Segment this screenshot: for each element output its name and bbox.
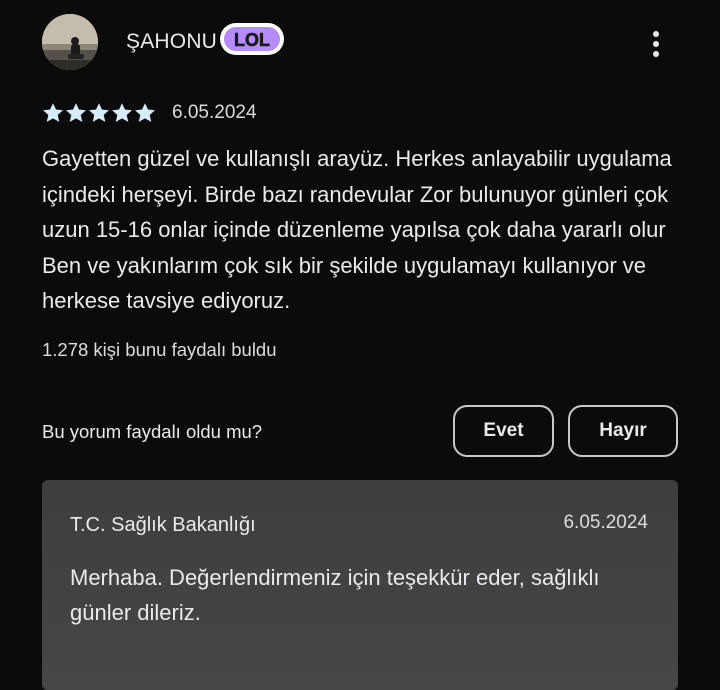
review-card: ŞAHONU LOL 6.05.2024 Gayetten güzel ve k… <box>0 0 720 690</box>
star-icon <box>66 103 86 122</box>
vote-no-button[interactable]: Hayır <box>568 405 678 457</box>
vote-yes-button[interactable]: Evet <box>453 405 554 457</box>
more-vert-dot <box>653 51 659 57</box>
lol-sticker: LOL <box>218 20 288 60</box>
reply-date: 6.05.2024 <box>563 512 648 533</box>
rating-row: 6.05.2024 <box>42 100 257 126</box>
review-date: 6.05.2024 <box>172 102 257 123</box>
reply-author: T.C. Sağlık Bakanlığı <box>70 514 256 536</box>
star-rating <box>42 102 156 124</box>
helpful-count: 1.278 kişi bunu faydalı buldu <box>42 339 277 360</box>
star-icon <box>112 103 132 122</box>
more-options-button[interactable] <box>640 24 672 64</box>
avatar-photo <box>42 14 98 70</box>
more-vert-dot <box>653 41 659 47</box>
star-icon <box>135 103 155 122</box>
more-vert-icon <box>653 31 659 37</box>
review-author-name: ŞAHONU <box>126 30 218 53</box>
developer-reply: T.C. Sağlık Bakanlığı 6.05.2024 Merhaba.… <box>42 480 678 690</box>
avatar[interactable] <box>42 14 98 70</box>
helpful-question: Bu yorum faydalı oldu mu? <box>42 421 263 442</box>
star-icon <box>89 103 109 122</box>
star-icon <box>43 103 63 122</box>
reply-text: Merhaba. Değerlendirmeniz için teşekkür … <box>70 565 600 625</box>
review-text: Gayetten güzel ve kullanışlı arayüz. Her… <box>42 146 672 313</box>
lol-sticker-text: LOL <box>234 30 270 50</box>
